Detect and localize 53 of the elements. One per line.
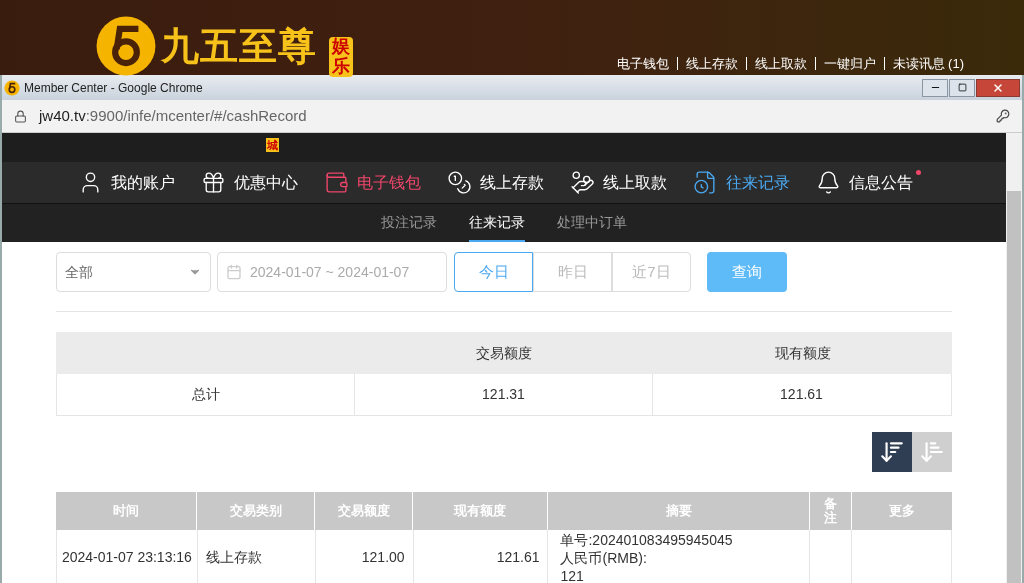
logo-icon xyxy=(4,79,20,96)
wallet-icon xyxy=(324,170,349,195)
logo-badge: 城 xyxy=(266,138,279,152)
table-cell: 121.61 xyxy=(652,374,950,415)
nav-item[interactable]: 往来记录 xyxy=(693,170,790,195)
close-button[interactable] xyxy=(976,78,1020,97)
maximize-icon xyxy=(957,83,967,92)
summary-line: 人民币(RMB): xyxy=(560,549,648,567)
scrollbar[interactable] xyxy=(1006,133,1022,583)
document-clock-icon xyxy=(693,170,718,195)
table-cell: 2024-01-07 23:13:16 xyxy=(57,530,198,583)
table-cell: 121.31 xyxy=(354,374,652,415)
logo-badge: 娱乐 xyxy=(328,37,353,77)
close-icon xyxy=(992,81,1004,94)
sort-button[interactable] xyxy=(872,432,912,472)
lock-icon xyxy=(14,109,27,123)
header-link[interactable]: 一键归户 xyxy=(823,53,876,73)
table-cell: 121.00 xyxy=(315,530,414,583)
header-cell-text: 交易额度 xyxy=(474,343,533,363)
sort-icon xyxy=(879,439,905,465)
summary-line: 单号:202401083495945045 xyxy=(560,531,734,549)
sub-tab[interactable]: 处理中订单 xyxy=(557,204,627,242)
nav-item[interactable]: 线上存款 xyxy=(447,170,544,195)
nav-item[interactable]: 信息公告 xyxy=(816,170,913,195)
sort-icon xyxy=(919,439,945,465)
window-title: Member Center - Google Chrome xyxy=(24,79,203,97)
table-cell: 线上存款 xyxy=(197,530,316,583)
hand-coins-icon xyxy=(570,170,595,195)
table-cell-text: 总计 xyxy=(190,385,221,404)
logo-icon xyxy=(95,15,157,77)
header-cell-text: 现有额度 xyxy=(773,343,832,363)
nav-item[interactable]: 优惠中心 xyxy=(201,170,298,195)
header-link[interactable]: 电子钱包 xyxy=(616,53,669,73)
table-cell: 121.61 xyxy=(413,530,549,583)
summary-line: 121 xyxy=(560,567,585,583)
gift-icon xyxy=(201,170,226,195)
type-select[interactable]: 全部 xyxy=(56,252,211,292)
maximize-button[interactable] xyxy=(949,78,975,97)
coins-icon xyxy=(447,170,472,195)
nav-item[interactable]: 我的账户 xyxy=(78,170,175,195)
header-link[interactable]: 线上取款 xyxy=(754,53,807,73)
bell-icon xyxy=(816,170,841,195)
address-bar[interactable]: jw40.tv:9900/infe/mcenter/#/cashRecord xyxy=(2,100,1022,133)
logo-text: 九五至尊 xyxy=(161,23,317,69)
key-icon[interactable] xyxy=(996,109,1010,123)
calendar-icon xyxy=(226,264,242,280)
sub-tab[interactable]: 投注记录 xyxy=(381,204,437,242)
header-link[interactable]: 未读讯息 (1) xyxy=(892,53,964,73)
url-text: jw40.tv:9900/infe/mcenter/#/cashRecord xyxy=(39,105,307,126)
minimize-button[interactable] xyxy=(922,78,948,97)
nav-item[interactable]: 电子钱包 xyxy=(324,170,421,195)
header-link[interactable]: 线上存款 xyxy=(685,53,738,73)
nav-item[interactable]: 线上取款 xyxy=(570,170,667,195)
